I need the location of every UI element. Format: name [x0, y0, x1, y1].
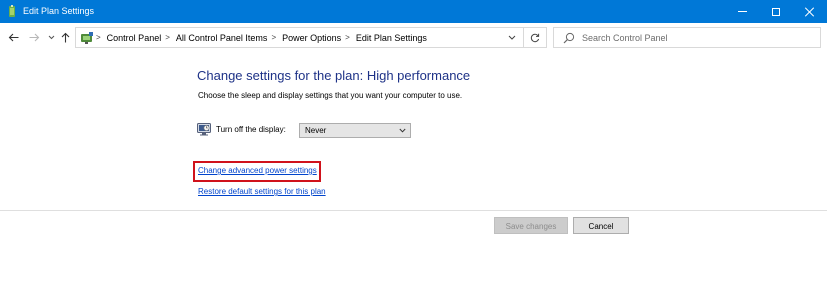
- up-button[interactable]: [58, 30, 72, 44]
- breadcrumb-all-control-panel-items[interactable]: All Control Panel Items: [176, 33, 268, 43]
- title-bar: Edit Plan Settings: [0, 0, 827, 23]
- forward-button[interactable]: [27, 30, 41, 44]
- close-icon: [805, 7, 815, 17]
- address-bar[interactable]: > Control Panel > All Control Panel Item…: [75, 27, 547, 48]
- save-changes-button[interactable]: Save changes: [494, 217, 568, 234]
- refresh-button[interactable]: [523, 28, 546, 47]
- turn-off-display-value: Never: [305, 126, 327, 135]
- search-input[interactable]: [582, 30, 814, 45]
- up-arrow-icon: [61, 32, 69, 42]
- forward-arrow-icon: [29, 33, 39, 41]
- refresh-icon: [530, 33, 540, 42]
- maximize-button[interactable]: [759, 0, 793, 23]
- breadcrumb-separator-icon: >: [96, 33, 101, 42]
- back-button[interactable]: [6, 30, 20, 44]
- maximize-icon: [772, 7, 780, 16]
- breadcrumb-separator-icon[interactable]: >: [345, 33, 350, 42]
- chevron-down-icon: [399, 128, 406, 133]
- recent-locations-button[interactable]: [44, 30, 58, 44]
- breadcrumb-edit-plan-settings[interactable]: Edit Plan Settings: [356, 33, 427, 43]
- close-button[interactable]: [793, 0, 827, 23]
- page-title: Change settings for the plan: High perfo…: [197, 68, 471, 83]
- chevron-down-icon: [508, 35, 516, 40]
- monitor-icon: [197, 123, 211, 136]
- highlight-annotation: [193, 161, 321, 182]
- recent-locations-chevron-icon: [48, 35, 54, 39]
- search-box[interactable]: [553, 27, 821, 48]
- minimize-icon: [737, 11, 747, 12]
- turn-off-display-select[interactable]: Never: [299, 123, 411, 138]
- power-options-icon: [9, 5, 15, 17]
- address-history-dropdown[interactable]: [503, 28, 521, 47]
- control-panel-icon: [81, 32, 93, 44]
- search-icon: [563, 32, 575, 44]
- breadcrumb-power-options[interactable]: Power Options: [282, 33, 341, 43]
- restore-default-settings-link[interactable]: Restore default settings for this plan: [198, 187, 326, 197]
- minimize-button[interactable]: [725, 0, 759, 23]
- breadcrumb-separator-icon[interactable]: >: [271, 33, 276, 42]
- cancel-button[interactable]: Cancel: [573, 217, 629, 234]
- navigation-bar: > Control Panel > All Control Panel Item…: [0, 23, 827, 52]
- back-arrow-icon: [8, 33, 18, 41]
- footer-divider: [0, 210, 827, 211]
- turn-off-display-label: Turn off the display:: [216, 125, 286, 134]
- page-subtitle: Choose the sleep and display settings th…: [198, 91, 463, 100]
- breadcrumb-control-panel[interactable]: Control Panel: [107, 33, 162, 43]
- window-title: Edit Plan Settings: [23, 6, 95, 16]
- breadcrumb: > Control Panel > All Control Panel Item…: [96, 28, 427, 47]
- breadcrumb-separator-icon[interactable]: >: [165, 33, 170, 42]
